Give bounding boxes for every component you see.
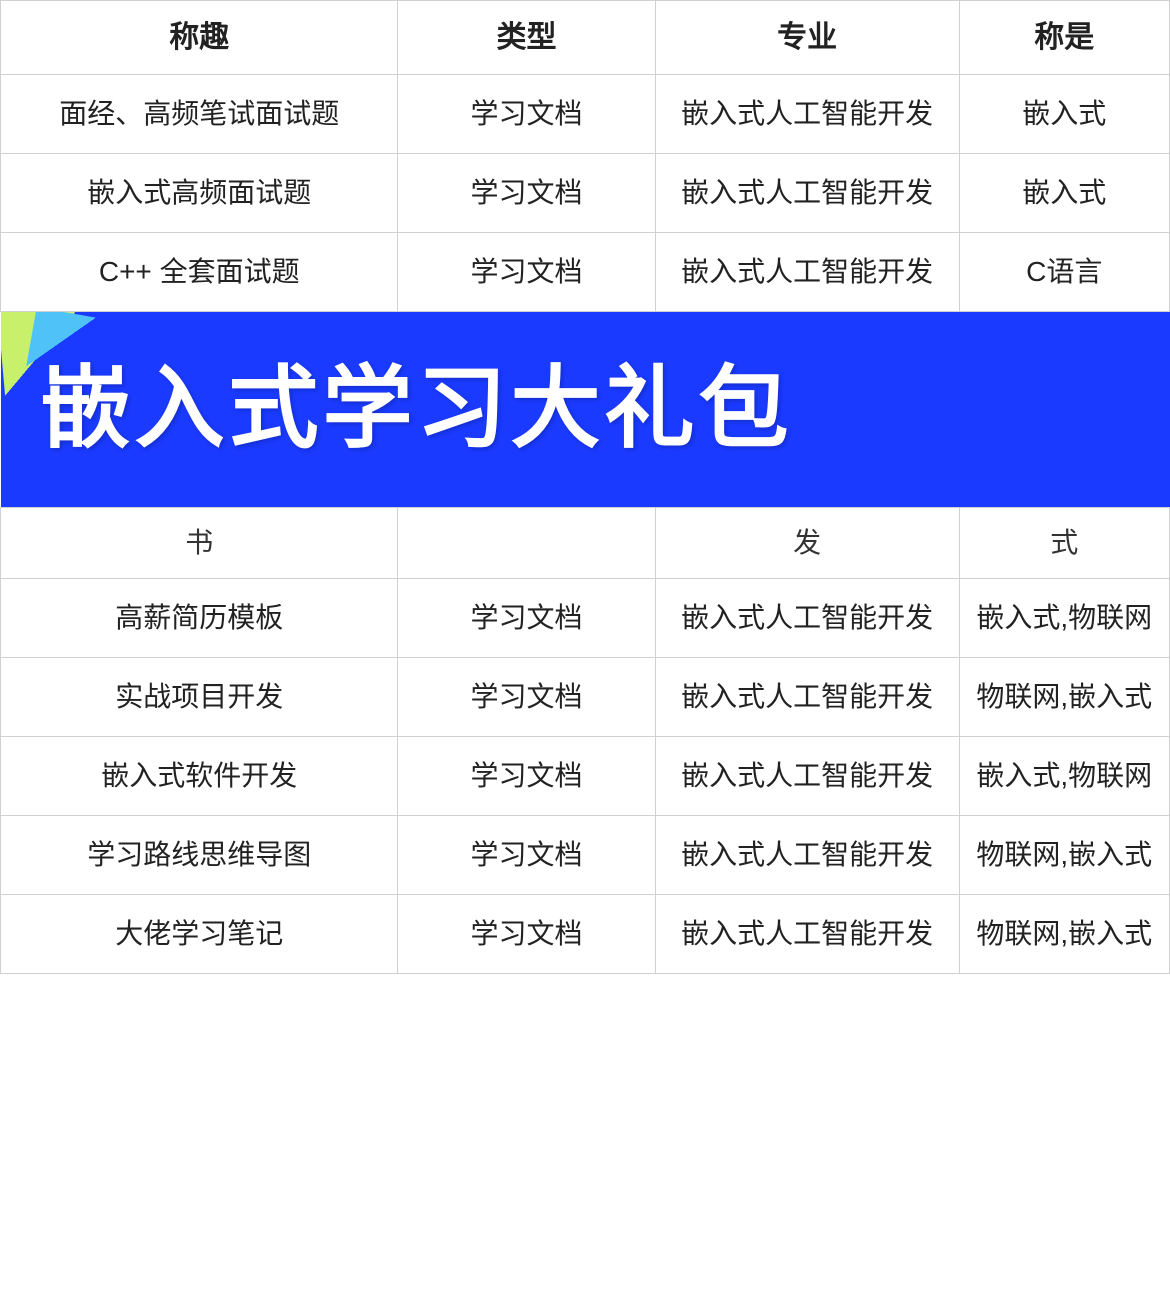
- header-col1: 称趣: [1, 1, 398, 75]
- row4-col3: 嵌入式人工智能开发: [655, 579, 959, 658]
- header-col3: 专业: [655, 1, 959, 75]
- row1-col3: 嵌入式人工智能开发: [655, 75, 959, 154]
- row8-col1: 大佬学习笔记: [1, 895, 398, 974]
- row3-col3: 嵌入式人工智能开发: [655, 233, 959, 312]
- row2-col2: 学习文档: [398, 154, 655, 233]
- row5-col2: 学习文档: [398, 658, 655, 737]
- row8-col2: 学习文档: [398, 895, 655, 974]
- partial-row: 书 发 式: [1, 508, 1170, 579]
- row8-col4: 物联网,嵌入式: [959, 895, 1169, 974]
- row1-col1: 面经、高频笔试面试题: [1, 75, 398, 154]
- row2-col3: 嵌入式人工智能开发: [655, 154, 959, 233]
- row6-col1: 嵌入式软件开发: [1, 737, 398, 816]
- row5-col4: 物联网,嵌入式: [959, 658, 1169, 737]
- table-row: 嵌入式软件开发 学习文档 嵌入式人工智能开发 嵌入式,物联网: [1, 737, 1170, 816]
- row6-col3: 嵌入式人工智能开发: [655, 737, 959, 816]
- table-row: 大佬学习笔记 学习文档 嵌入式人工智能开发 物联网,嵌入式: [1, 895, 1170, 974]
- row4-col2: 学习文档: [398, 579, 655, 658]
- header-row: 称趣 类型 专业 称是: [1, 1, 1170, 75]
- table-wrapper: 称趣 类型 专业 称是 面经、高频笔试面试题 学习文档 嵌入式人工智能开发 嵌入…: [0, 0, 1170, 974]
- table-row: 学习路线思维导图 学习文档 嵌入式人工智能开发 物联网,嵌入式: [1, 816, 1170, 895]
- row8-col3: 嵌入式人工智能开发: [655, 895, 959, 974]
- partial-col1: 书: [1, 508, 398, 579]
- row2-col1: 嵌入式高频面试题: [1, 154, 398, 233]
- partial-col4: 式: [959, 508, 1169, 579]
- row1-col4: 嵌入式: [959, 75, 1169, 154]
- row5-col1: 实战项目开发: [1, 658, 398, 737]
- partial-col2: [398, 508, 655, 579]
- row4-col4: 嵌入式,物联网: [959, 579, 1169, 658]
- row3-col4: C语言: [959, 233, 1169, 312]
- table-row: 高薪简历模板 学习文档 嵌入式人工智能开发 嵌入式,物联网: [1, 579, 1170, 658]
- row7-col3: 嵌入式人工智能开发: [655, 816, 959, 895]
- row2-col4: 嵌入式: [959, 154, 1169, 233]
- banner-row: 嵌入式学习大礼包: [1, 312, 1170, 508]
- row5-col3: 嵌入式人工智能开发: [655, 658, 959, 737]
- table-row: 面经、高频笔试面试题 学习文档 嵌入式人工智能开发 嵌入式: [1, 75, 1170, 154]
- table-row: 嵌入式高频面试题 学习文档 嵌入式人工智能开发 嵌入式: [1, 154, 1170, 233]
- row6-col2: 学习文档: [398, 737, 655, 816]
- row7-col2: 学习文档: [398, 816, 655, 895]
- partial-col3: 发: [655, 508, 959, 579]
- row6-col4: 嵌入式,物联网: [959, 737, 1169, 816]
- table-row: 实战项目开发 学习文档 嵌入式人工智能开发 物联网,嵌入式: [1, 658, 1170, 737]
- banner-text: 嵌入式学习大礼包: [41, 342, 793, 477]
- main-table: 称趣 类型 专业 称是 面经、高频笔试面试题 学习文档 嵌入式人工智能开发 嵌入…: [0, 0, 1170, 974]
- row3-col2: 学习文档: [398, 233, 655, 312]
- row7-col4: 物联网,嵌入式: [959, 816, 1169, 895]
- header-col2: 类型: [398, 1, 655, 75]
- row4-col1: 高薪简历模板: [1, 579, 398, 658]
- banner-cell: 嵌入式学习大礼包: [1, 312, 1170, 508]
- row3-col1: C++ 全套面试题: [1, 233, 398, 312]
- row1-col2: 学习文档: [398, 75, 655, 154]
- table-row: C++ 全套面试题 学习文档 嵌入式人工智能开发 C语言: [1, 233, 1170, 312]
- row7-col1: 学习路线思维导图: [1, 816, 398, 895]
- banner-overlay: 嵌入式学习大礼包: [1, 312, 1170, 507]
- header-col4: 称是: [959, 1, 1169, 75]
